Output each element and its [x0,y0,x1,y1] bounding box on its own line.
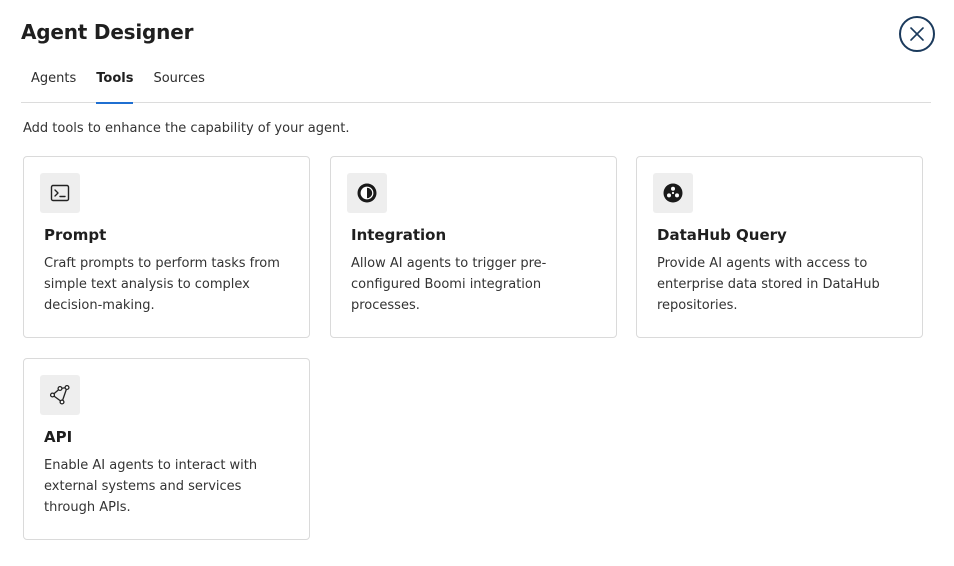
tab-label: Tools [96,71,134,86]
card-description: Provide AI agents with access to enterpr… [657,256,880,313]
card-icon-box [653,173,693,213]
card-description: Craft prompts to perform tasks from simp… [44,256,280,313]
tab-tools[interactable]: Tools [86,60,143,104]
close-button[interactable] [899,16,935,52]
tab-sources[interactable]: Sources [143,60,214,103]
card-title: Integration [351,226,447,244]
card-title: DataHub Query [657,226,787,244]
dialog-title: Agent Designer [21,20,194,44]
card-icon-box [40,375,80,415]
tab-bar: Agents Tools Sources [21,60,931,104]
tab-label: Agents [31,71,77,86]
tab-agents[interactable]: Agents [21,60,86,103]
card-icon-box [40,173,80,213]
tool-card-api[interactable]: API Enable AI agents to interact with ex… [23,358,310,540]
integration-icon [357,183,377,203]
agent-designer-dialog: Agent Designer Agents Tools Sources Add … [0,0,954,566]
card-title: Prompt [44,226,107,244]
datahub-icon [663,183,683,203]
tool-card-datahub-query[interactable]: DataHub Query Provide AI agents with acc… [636,156,923,338]
tools-description: Add tools to enhance the capability of y… [23,121,350,136]
tool-card-prompt[interactable]: Prompt Craft prompts to perform tasks fr… [23,156,310,338]
card-icon-box [347,173,387,213]
tool-card-integration[interactable]: Integration Allow AI agents to trigger p… [330,156,617,338]
terminal-icon [50,184,70,202]
card-description: Enable AI agents to interact with extern… [44,458,258,515]
card-description: Allow AI agents to trigger pre-configure… [351,256,547,313]
close-icon [910,27,924,41]
api-icon [49,384,70,405]
card-title: API [44,428,73,446]
tab-label: Sources [153,71,205,86]
